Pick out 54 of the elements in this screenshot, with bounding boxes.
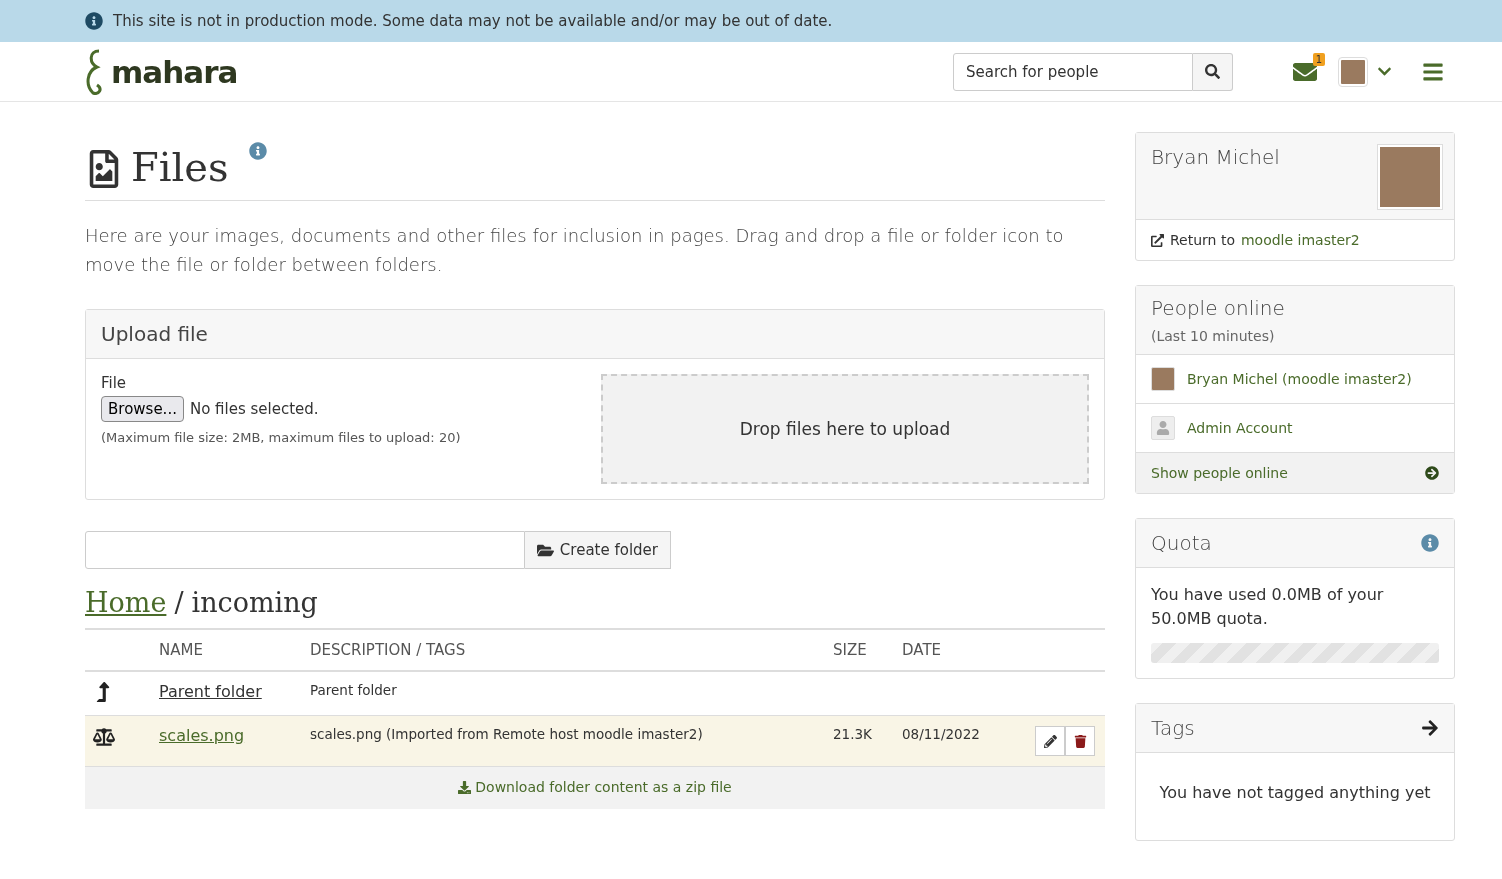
logo-text[interactable]: mahara — [111, 53, 238, 90]
info-icon — [85, 12, 103, 30]
delete-button[interactable] — [1065, 726, 1095, 756]
info-icon — [1421, 534, 1439, 552]
description-cell: Parent folder — [310, 671, 833, 716]
panel-heading: People online — [1151, 296, 1286, 320]
browse-button[interactable]: Browse... — [101, 396, 184, 422]
panel-heading: Upload file — [101, 322, 208, 346]
upload-hint: (Maximum file size: 2MB, maximum files to upload: 20) — [101, 430, 462, 445]
edit-icon — [1043, 734, 1057, 748]
return-label: Return to — [1170, 232, 1235, 248]
breadcrumb-link[interactable]: Home — [85, 587, 167, 618]
page-title: Files — [131, 143, 229, 192]
avatar-photo-placeholder[interactable] — [1339, 57, 1367, 86]
edit-button[interactable] — [1035, 726, 1065, 756]
file-status: No files selected. — [189, 400, 319, 418]
description-cell: scales.png (Imported from Remote host moodle imaster2) — [310, 715, 833, 767]
search-icon — [1205, 64, 1220, 79]
breadcrumb-separator: / — [174, 587, 184, 618]
unread-count: 1 — [1312, 52, 1325, 66]
scales-icon — [93, 726, 115, 748]
profile-name: Bryan Michel — [1151, 145, 1280, 171]
delete-icon — [1073, 734, 1087, 748]
field-label: File — [101, 374, 128, 392]
search-button[interactable] — [1193, 52, 1233, 91]
breadcrumb-current: incoming — [191, 587, 318, 618]
file-name-link[interactable]: scales.png — [159, 726, 245, 745]
person-link[interactable]: Bryan Michel (moodle imaster2) — [1187, 371, 1412, 387]
panel-heading: Quota — [1151, 531, 1212, 555]
external-link-icon — [1151, 233, 1164, 247]
panel-heading: Tags — [1151, 716, 1195, 740]
person-link[interactable]: Admin Account — [1187, 420, 1293, 436]
arrow-right-icon[interactable] — [1421, 719, 1439, 737]
download-link[interactable]: Download folder content as a zip file — [458, 779, 732, 795]
show-people-online-link[interactable]: Show people online — [1136, 452, 1454, 493]
avatar-silhouette-icon — [1151, 416, 1175, 440]
avatar-photo-placeholder — [1151, 367, 1175, 391]
profile-photo-placeholder — [1378, 145, 1442, 209]
arrow-right-icon — [1425, 466, 1439, 480]
drop-zone[interactable]: Drop files here to upload — [601, 374, 1089, 484]
quota-text: You have used 0.0MB of your 50.0MB quota. — [1151, 584, 1385, 630]
panel-subtitle: (Last 10 minutes) — [1151, 328, 1276, 344]
notice-text: This site is not in production mode. Some data may not be available and/or may be out of date. — [113, 12, 833, 30]
date-cell: 08/11/2022 — [902, 715, 1035, 767]
size-cell: 21.3K — [833, 715, 902, 767]
return-link[interactable]: moodle imaster2 — [1240, 232, 1360, 248]
file-name-link[interactable]: Parent folder — [159, 682, 262, 701]
folder-name-field[interactable] — [85, 531, 525, 569]
info-icon — [248, 142, 267, 160]
search-field[interactable]: Search for people — [953, 52, 1193, 91]
download-icon — [458, 780, 472, 794]
create-folder-button[interactable]: Create folder — [524, 531, 671, 569]
intro-text: Here are your images, documents and other files for inclusion in pages. Drag and drop a file or folder icon to move the file or folder between folders. — [85, 224, 1065, 277]
empty-tags-text: You have not tagged anything yet — [1158, 782, 1432, 804]
